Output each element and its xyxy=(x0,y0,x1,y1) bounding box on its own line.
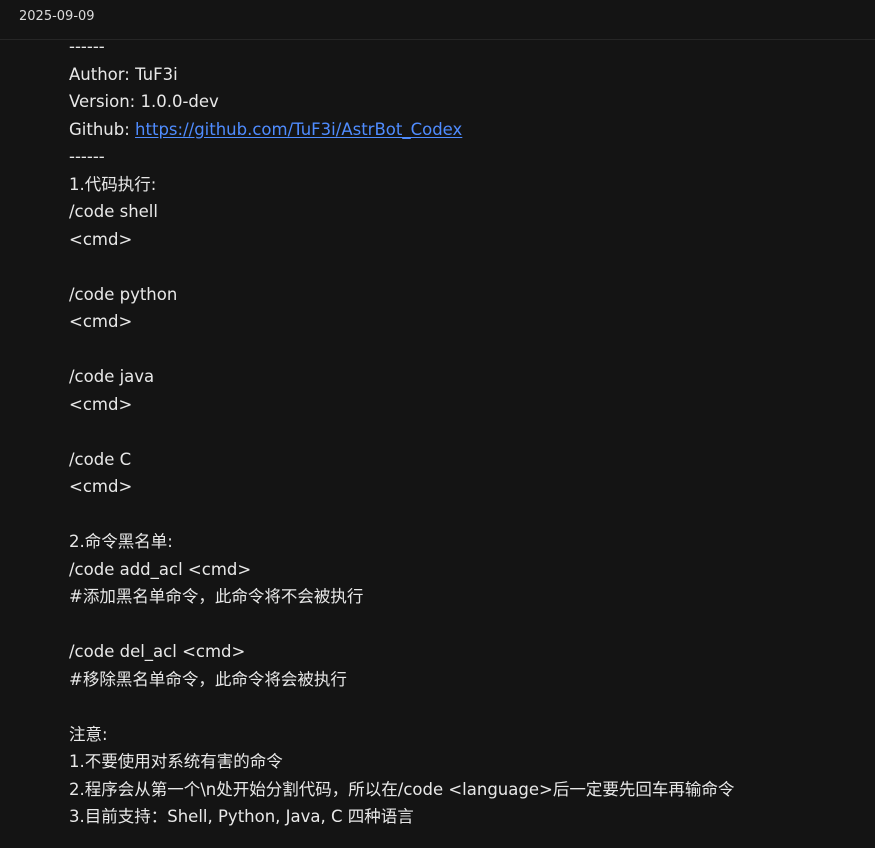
command-del-acl: /code del_acl <cmd> xyxy=(69,642,246,661)
command-placeholder: <cmd> xyxy=(69,229,133,249)
command-placeholder: <cmd> xyxy=(69,477,133,496)
section-title-code-exec: 1.代码执行: xyxy=(69,174,157,194)
command-code-c: /code C xyxy=(69,449,132,469)
version-line: Version: 1.0.0-dev xyxy=(69,92,219,111)
section-title-blacklist: 2.命令黑名单: xyxy=(69,532,173,551)
add-acl-description: #添加黑名单命令，此命令将不会被执行 xyxy=(69,587,364,606)
note-item: 2.程序会从第一个\n处开始分割代码，所以在/code <language>后一… xyxy=(69,779,735,799)
github-label: Github: xyxy=(69,119,136,139)
command-placeholder: <cmd> xyxy=(69,394,133,414)
command-placeholder: <cmd> xyxy=(69,312,133,331)
separator-line: ------ xyxy=(69,37,105,56)
github-link[interactable]: https://github.com/TuF3i/AstrBot_Codex xyxy=(135,120,462,139)
command-add-acl: /code add_acl <cmd> xyxy=(69,559,252,579)
note-item: 1.不要使用对系统有害的命令 xyxy=(69,752,283,771)
command-code-python: /code python xyxy=(69,284,178,304)
github-line: Github: https://github.com/TuF3i/AstrBot… xyxy=(69,116,859,144)
notes-title: 注意: xyxy=(69,724,108,744)
author-line: Author: TuF3i xyxy=(69,64,178,84)
del-acl-description: #移除黑名单命令，此命令将会被执行 xyxy=(69,669,347,689)
command-code-shell: /code shell xyxy=(69,202,158,221)
separator-line: ------ xyxy=(69,147,105,166)
plugin-description: ------ Author: TuF3i Version: 1.0.0-dev … xyxy=(69,33,859,831)
command-code-java: /code java xyxy=(69,367,155,386)
date-label: 2025-09-09 xyxy=(19,9,95,24)
note-item: 3.目前支持：Shell, Python, Java, C 四种语言 xyxy=(69,807,414,826)
